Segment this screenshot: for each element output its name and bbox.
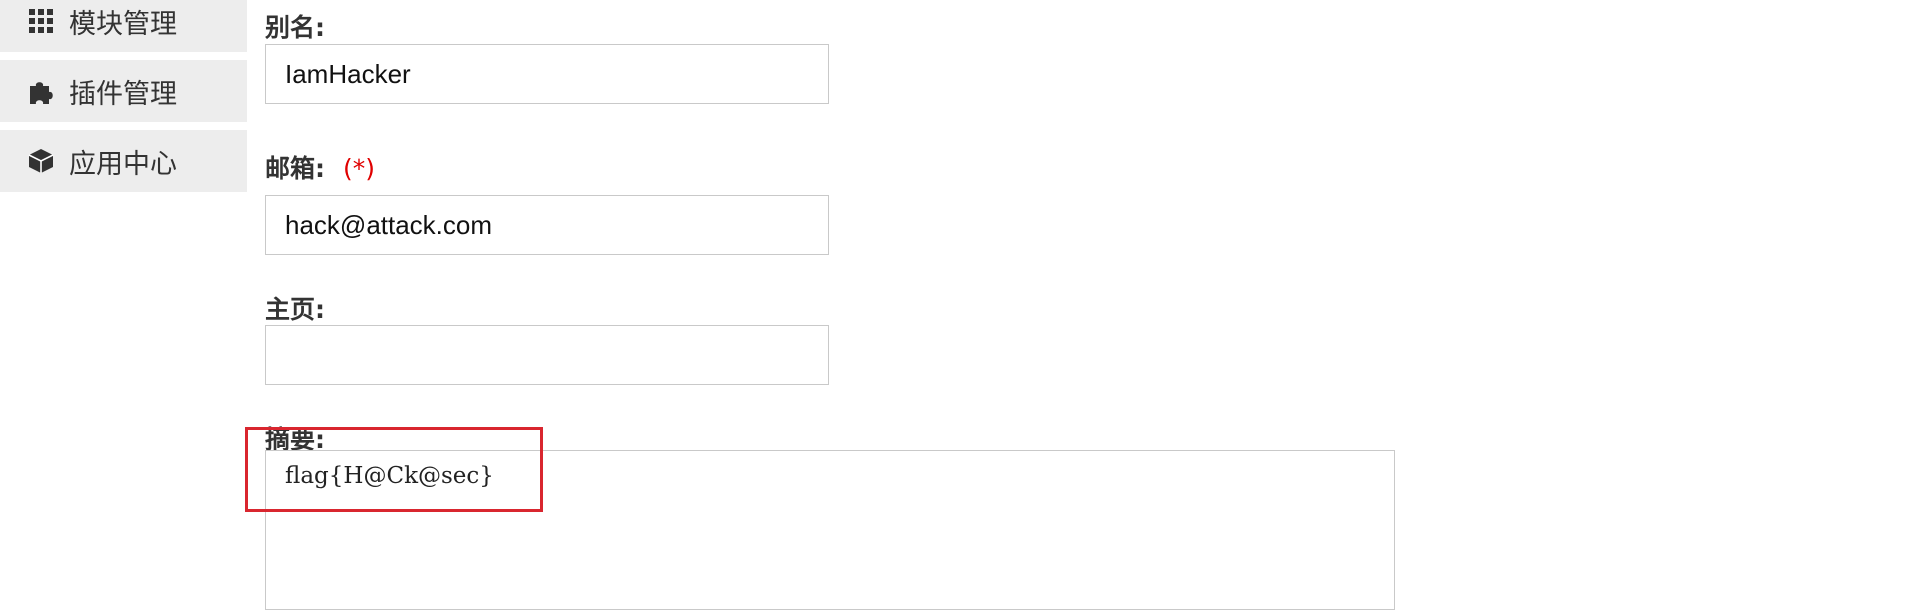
sidebar-item-label: 模块管理 <box>69 8 177 40</box>
alias-field[interactable] <box>265 44 829 104</box>
homepage-field[interactable] <box>265 325 829 385</box>
sidebar-item-label: 应用中心 <box>69 148 177 180</box>
alias-label: 别名: <box>265 13 325 42</box>
cube-icon <box>26 146 56 176</box>
summary-textarea[interactable]: flag{H@Ck@sec} <box>265 450 1395 610</box>
sidebar-item-modules[interactable]: 模块管理 <box>0 0 247 52</box>
sidebar-item-app-center[interactable]: 应用中心 <box>0 130 247 192</box>
sidebar-item-label: 插件管理 <box>69 78 177 110</box>
sidebar-item-plugins[interactable]: 插件管理 <box>0 60 247 122</box>
email-field[interactable] <box>265 195 829 255</box>
puzzle-icon <box>26 76 56 106</box>
email-label: 邮箱: (*) <box>265 149 375 185</box>
email-label-text: 邮箱: <box>265 154 325 183</box>
grid-icon <box>26 6 56 36</box>
required-marker: (*) <box>343 154 376 183</box>
homepage-label: 主页: <box>265 295 325 324</box>
